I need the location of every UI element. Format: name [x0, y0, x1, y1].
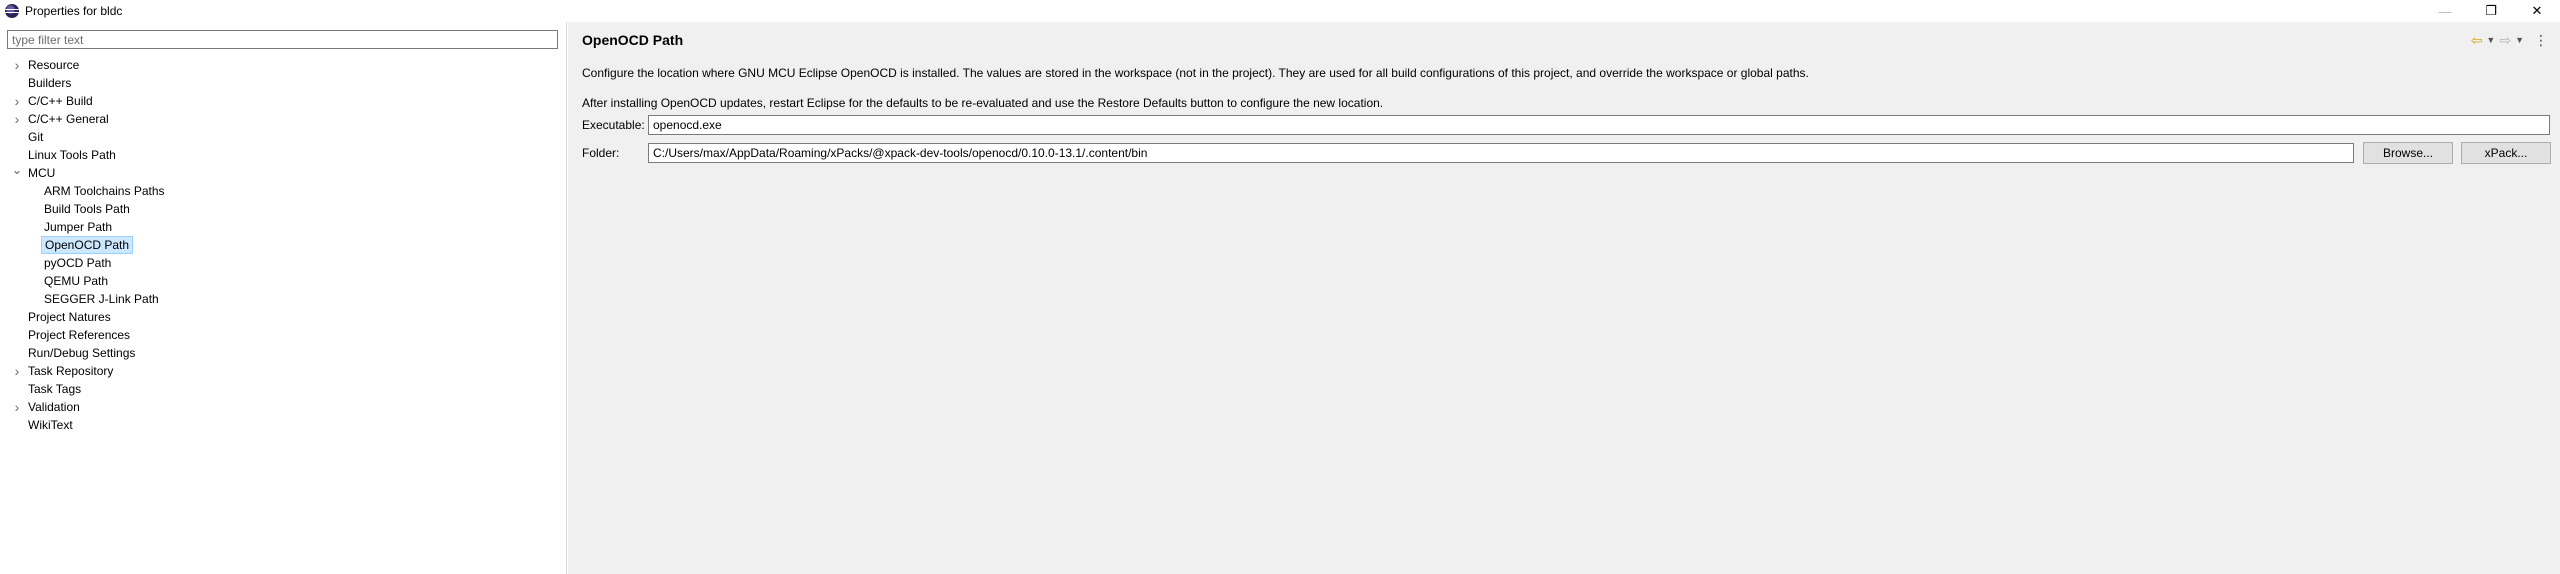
tree-item-build-tools-path[interactable]: Build Tools Path — [0, 200, 560, 218]
folder-label: Folder: — [582, 146, 620, 160]
tree-item-qemu-path[interactable]: QEMU Path — [0, 272, 560, 290]
expand-chevron-icon[interactable]: › — [11, 56, 23, 74]
tree-item-label: Resource — [28, 58, 80, 72]
folder-field[interactable] — [648, 143, 2354, 163]
expand-chevron-icon[interactable]: › — [11, 92, 23, 110]
tree-item-label: Git — [28, 130, 44, 144]
tree-item-builders[interactable]: Builders — [0, 74, 560, 92]
tree-item-label: Run/Debug Settings — [28, 346, 136, 360]
tree-item-c-c-general[interactable]: › C/C++ General — [0, 110, 560, 128]
tree-item-c-c-build[interactable]: › C/C++ Build — [0, 92, 560, 110]
tree-item-validation[interactable]: › Validation — [0, 398, 560, 416]
tree-item-label: MCU — [28, 166, 56, 180]
expand-chevron-icon[interactable]: › — [11, 362, 23, 380]
restore-button[interactable]: ❐ — [2468, 0, 2514, 22]
tree-item-label: Builders — [28, 76, 72, 90]
tree-item-label: Task Tags — [28, 382, 82, 396]
filter-input[interactable] — [7, 30, 558, 49]
tree-item-pyocd-path[interactable]: pyOCD Path — [0, 254, 560, 272]
tree-item-label: Project References — [28, 328, 131, 342]
tree-item-resource[interactable]: › Resource — [0, 56, 560, 74]
tree-item-label: ARM Toolchains Paths — [44, 184, 165, 198]
tree-item-arm-toolchains-paths[interactable]: ARM Toolchains Paths — [0, 182, 560, 200]
tree-item-openocd-path[interactable]: OpenOCD Path — [0, 236, 560, 254]
tree-item-label: pyOCD Path — [44, 256, 112, 270]
close-button[interactable]: ✕ — [2514, 0, 2560, 22]
tree-item-project-natures[interactable]: Project Natures — [0, 308, 560, 326]
tree-item-label: Build Tools Path — [44, 202, 130, 216]
tree-item-label: OpenOCD Path — [41, 236, 134, 254]
title-bar: Properties for bldc — ❐ ✕ — [0, 0, 2560, 22]
browse-button[interactable]: Browse... — [2363, 142, 2453, 164]
tree-item-label: C/C++ Build — [28, 94, 93, 108]
tree-item-project-references[interactable]: Project References — [0, 326, 560, 344]
back-arrow-icon[interactable]: ⇦ — [2471, 32, 2483, 48]
collapse-chevron-icon[interactable]: ⌄ — [11, 163, 23, 182]
tree-item-mcu[interactable]: ⌄ MCU — [0, 163, 560, 182]
tree-item-label: Project Natures — [28, 310, 111, 324]
eclipse-logo-icon — [5, 4, 19, 18]
tree-item-label: Task Repository — [28, 364, 114, 378]
tree-item-git[interactable]: Git — [0, 128, 560, 146]
tree-item-task-tags[interactable]: Task Tags — [0, 380, 560, 398]
expand-chevron-icon[interactable]: › — [11, 398, 23, 416]
tree-item-label: SEGGER J-Link Path — [44, 292, 159, 306]
expand-chevron-icon[interactable]: › — [11, 110, 23, 128]
tree-item-linux-tools-path[interactable]: Linux Tools Path — [0, 146, 560, 164]
view-menu-icon[interactable]: ⋮ — [2534, 32, 2548, 48]
page-nav-toolbar: ⇦ ▼ ⇨ ▼ ⋮ — [2471, 32, 2548, 48]
property-page: OpenOCD Path ⇦ ▼ ⇨ ▼ ⋮ Configure the loc… — [568, 22, 2560, 574]
executable-field[interactable] — [648, 115, 2550, 135]
tree-item-label: Jumper Path — [44, 220, 113, 234]
properties-tree-pane: › Resource Builders › C/C++ Build › C/C++ Gene… — [0, 22, 567, 574]
tree-item-segger-j-link-path[interactable]: SEGGER J-Link Path — [0, 290, 560, 308]
tree-item-label: Linux Tools Path — [28, 148, 116, 162]
forward-arrow-icon[interactable]: ⇨ — [2499, 32, 2511, 48]
xpack-button[interactable]: xPack... — [2461, 142, 2551, 164]
page-note: After installing OpenOCD updates, restar… — [582, 96, 1384, 110]
tree-item-label: QEMU Path — [44, 274, 109, 288]
tree-item-task-repository[interactable]: › Task Repository — [0, 362, 560, 380]
minimize-button[interactable]: — — [2422, 0, 2468, 22]
forward-history-dropdown-icon[interactable]: ▼ — [2515, 32, 2524, 48]
page-description: Configure the location where GNU MCU Ecl… — [582, 66, 1809, 80]
page-title: OpenOCD Path — [582, 32, 684, 48]
window-controls: — ❐ ✕ — [2422, 0, 2560, 22]
tree-item-label: C/C++ General — [28, 112, 109, 126]
window-title: Properties for bldc — [25, 4, 123, 18]
tree-item-jumper-path[interactable]: Jumper Path — [0, 218, 560, 236]
properties-tree: › Resource Builders › C/C++ Build › C/C++ Gene… — [0, 56, 560, 434]
tree-item-run-debug-settings[interactable]: Run/Debug Settings — [0, 344, 560, 362]
tree-item-label: Validation — [28, 400, 80, 414]
executable-label: Executable: — [582, 118, 645, 132]
tree-item-label: WikiText — [28, 418, 73, 432]
tree-item-wikitext[interactable]: WikiText — [0, 416, 560, 434]
back-history-dropdown-icon[interactable]: ▼ — [2486, 32, 2495, 48]
